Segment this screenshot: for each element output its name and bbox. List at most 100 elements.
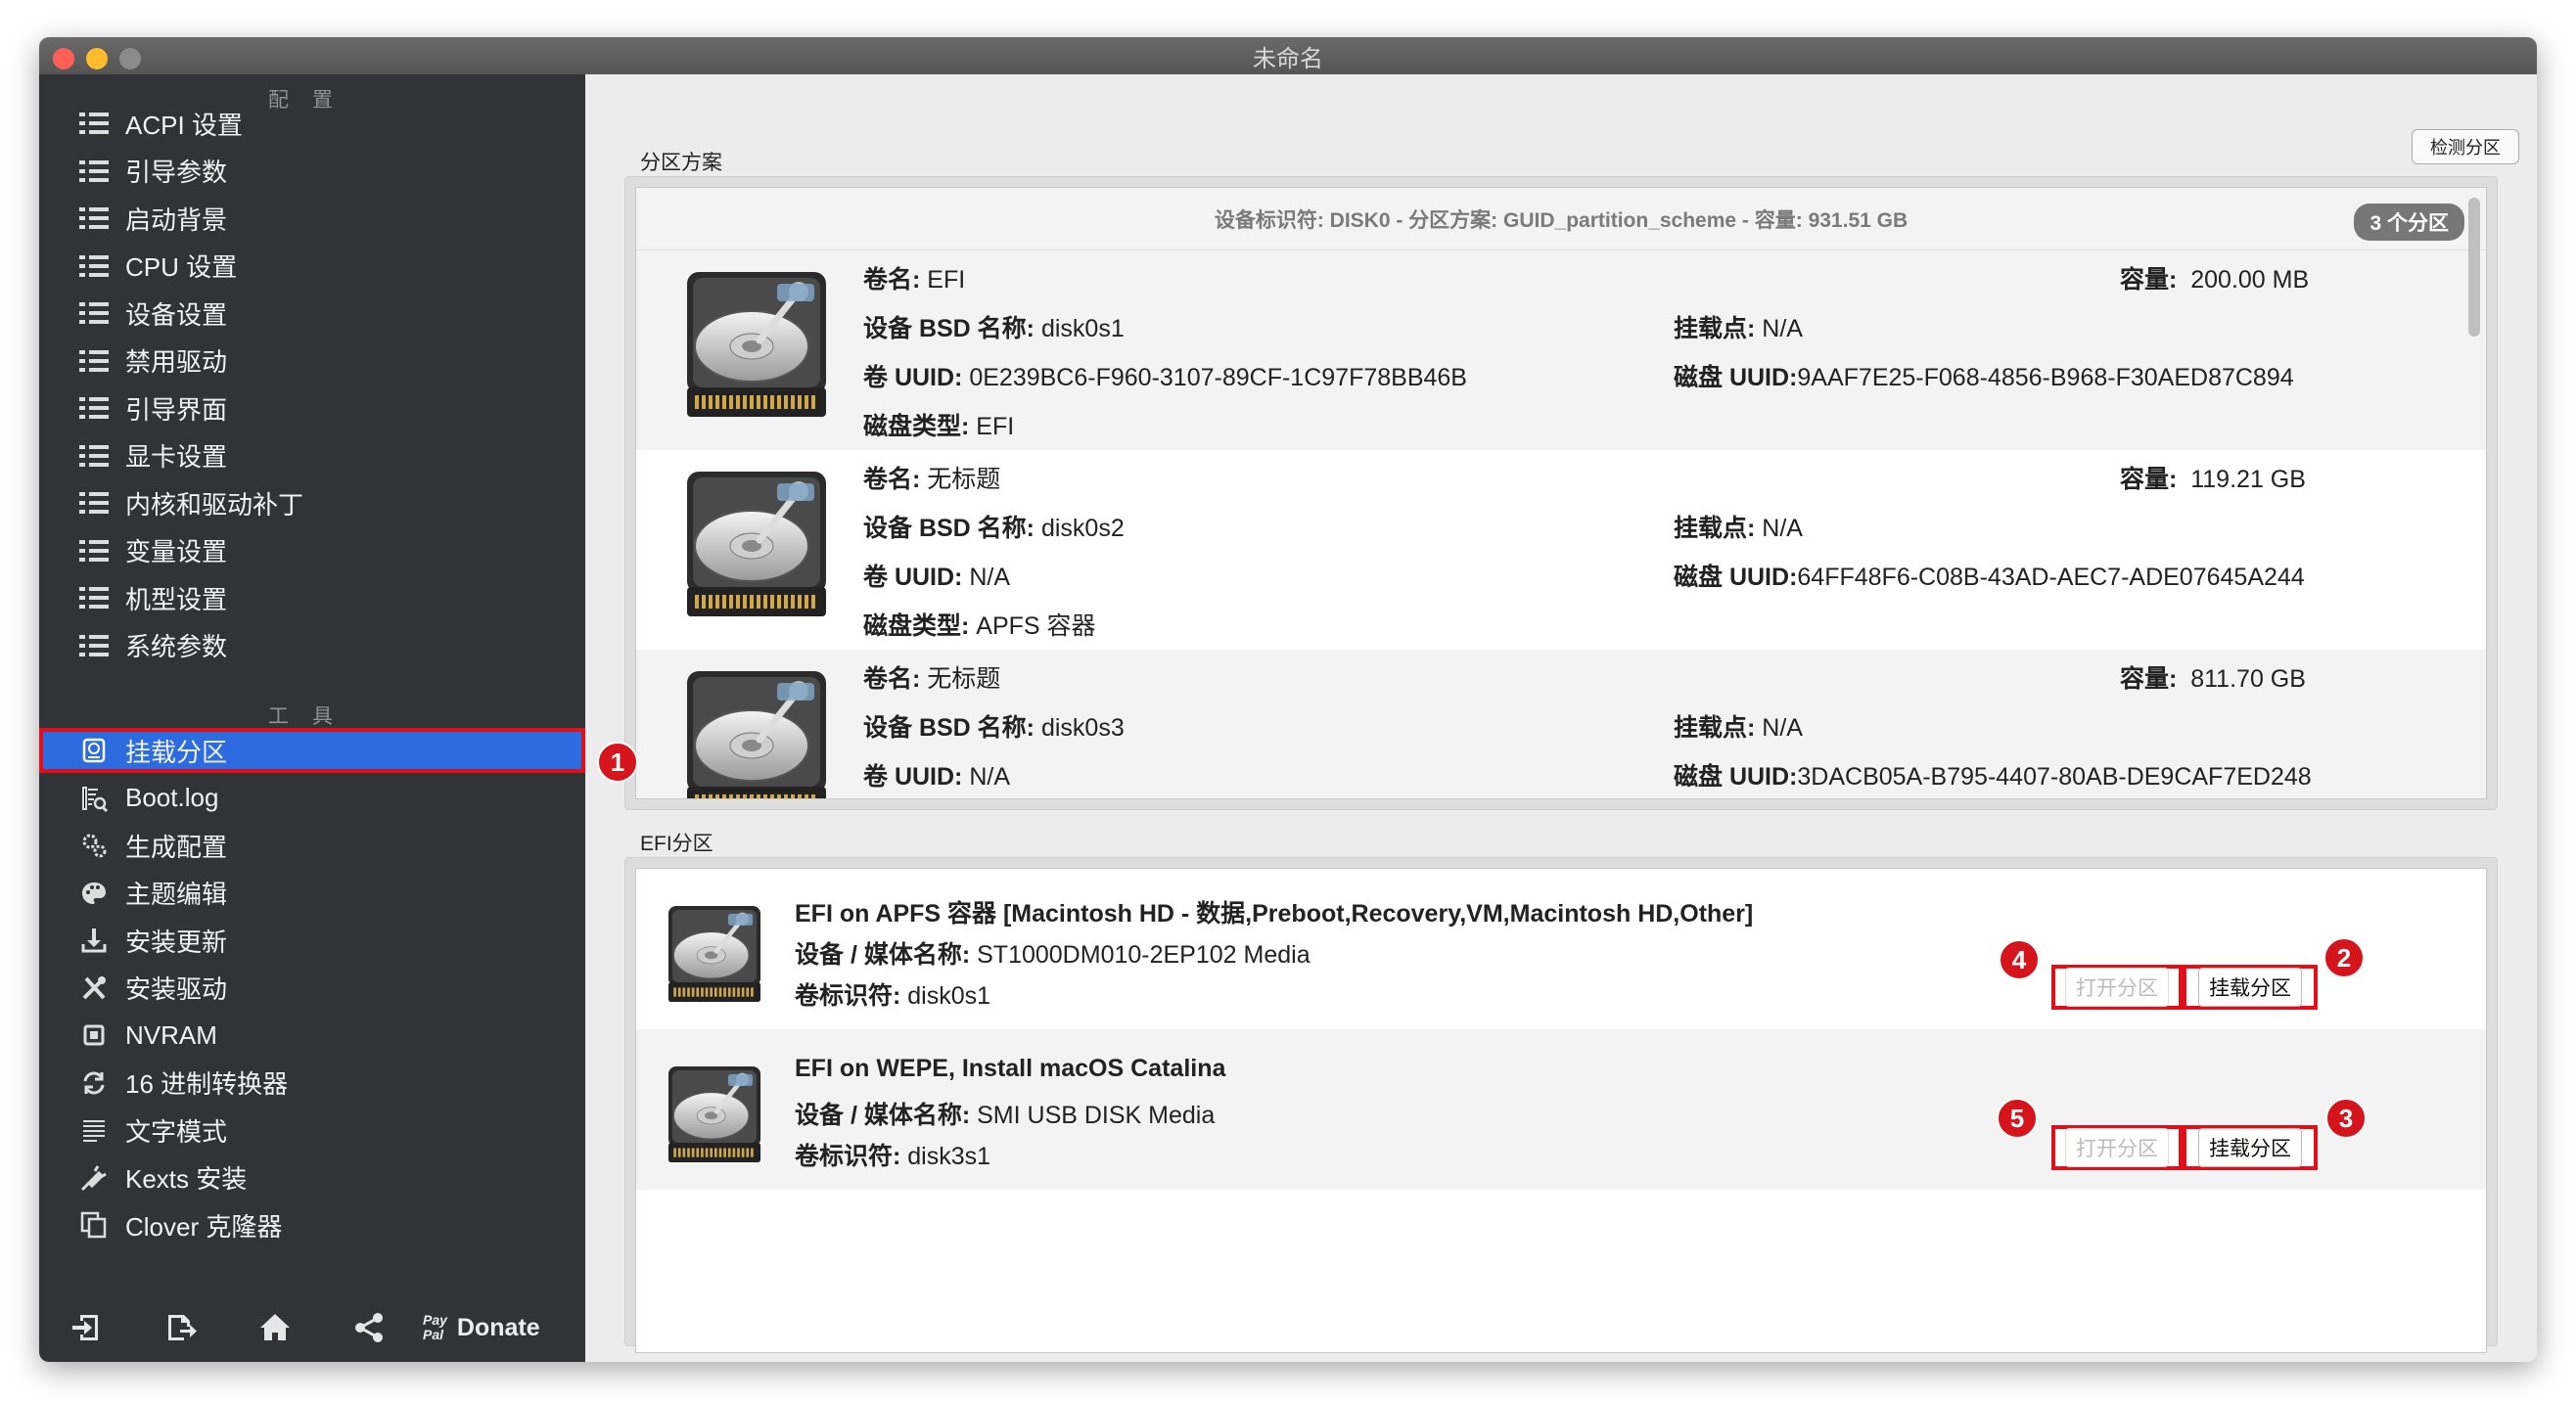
title-bar: 未命名 [39,37,2537,74]
sidebar-item-config-3[interactable]: CPU 设置 [39,244,585,289]
chip-icon [74,1020,114,1050]
hard-drive-icon [683,466,830,627]
share-icon[interactable] [350,1309,388,1346]
list-icon [74,298,114,328]
sidebar-item-config-7[interactable]: 显卡设置 [39,433,585,478]
zoom-window-button[interactable] [119,48,141,69]
sidebar-item-tool-8[interactable]: 文字模式 [39,1108,585,1153]
partition-row[interactable]: 卷名: 无标题 设备 BSD 名称: disk0s3 卷 UUID: N/A 磁… [636,650,2486,798]
plug-icon [74,1163,114,1193]
gears-icon [74,831,114,860]
sidebar-bottom-bar: Pay Pal Donate [39,1293,585,1362]
list-icon [74,346,114,376]
sidebar-item-tool-2[interactable]: 生成配置 [39,823,585,868]
sidebar-item-config-2[interactable]: 启动背景 [39,196,585,241]
sidebar-item-label: 安装驱动 [125,974,228,1004]
scrollbar[interactable] [2468,198,2480,337]
refresh-icon [74,1068,114,1098]
mount-partition-button[interactable]: 挂载分区 [2183,965,2318,1010]
callout-marker-1: 1 [597,742,638,783]
sidebar-item-label: 主题编辑 [125,880,228,909]
mount-point: 挂载点: N/A [1674,315,1803,342]
efi-partition-label: EFI分区 [640,833,713,855]
partition-scheme-label: 分区方案 [640,152,722,174]
media-name: 设备 / 媒体名称: SMI USB DISK Media [795,1102,1216,1129]
disk-info-header: 设备标识符: DISK0 - 分区方案: GUID_partition_sche… [636,188,2486,250]
mount-partition-button[interactable]: 挂载分区 [2183,1125,2318,1170]
close-window-button[interactable] [53,48,74,69]
efi-title: EFI on WEPE, Install macOS Catalina [795,1055,1226,1082]
disk-uuid: 磁盘 UUID:64FF48F6-C08B-43AD-AEC7-ADE07645… [1674,564,2305,591]
sidebar-item-tool-6[interactable]: NVRAM [39,1013,585,1058]
sidebar-item-label: Kexts 安装 [125,1164,248,1194]
sidebar-item-tool-5[interactable]: 安装驱动 [39,966,585,1011]
hard-drive-icon [666,1063,763,1171]
sidebar-item-tool-3[interactable]: 主题编辑 [39,871,585,916]
tools-icon [74,973,114,1003]
list-icon [74,393,114,423]
list-icon [74,157,114,186]
sidebar-item-tool-4[interactable]: 安装更新 [39,918,585,963]
sidebar-item-config-1[interactable]: 引导参数 [39,149,585,194]
hard-drive-icon [683,665,830,798]
partition-count-badge: 3 个分区 [2354,204,2464,241]
sidebar: 配置 ACPI 设置 引导参数 启动背景 CPU 设置 设备设置 禁用驱动 引导界面 显卡设置… [39,74,585,1362]
hard-drive-icon [666,902,763,1011]
list-icon [74,631,114,660]
home-icon[interactable] [256,1309,294,1346]
sidebar-item-config-8[interactable]: 内核和驱动补丁 [39,480,585,525]
sidebar-item-label: 16 进制转换器 [125,1069,289,1099]
media-name: 设备 / 媒体名称: ST1000DM010-2EP102 Media [795,941,1311,969]
sidebar-item-label: 禁用驱动 [125,347,228,377]
callout-marker-4: 4 [1999,939,2040,980]
text-icon [74,1115,114,1145]
list-icon [74,536,114,566]
list-icon [74,251,114,281]
open-partition-button[interactable]: 打开分区 [2051,965,2183,1010]
export-icon[interactable] [162,1309,200,1346]
efi-row: EFI on APFS 容器 [Macintosh HD - 数据,Preboo… [636,869,2486,1029]
donate-label: Donate [456,1313,540,1341]
sidebar-item-config-11[interactable]: 系统参数 [39,623,585,668]
sidebar-item-tool-7[interactable]: 16 进制转换器 [39,1061,585,1106]
sidebar-item-config-6[interactable]: 引导界面 [39,385,585,430]
sidebar-item-label: 系统参数 [125,632,228,661]
log-icon [74,784,114,813]
sidebar-item-config-10[interactable]: 机型设置 [39,575,585,620]
sidebar-item-tool-9[interactable]: Kexts 安装 [39,1155,585,1200]
sidebar-item-config-4[interactable]: 设备设置 [39,291,585,336]
disk-info-text: 设备标识符: DISK0 - 分区方案: GUID_partition_sche… [1214,208,1909,232]
detect-partitions-button[interactable]: 检测分区 [2412,129,2519,164]
minimize-window-button[interactable] [86,48,108,69]
import-icon[interactable] [69,1309,106,1346]
list-icon [74,583,114,612]
sidebar-item-label: 变量设置 [125,537,228,566]
mount-point: 挂载点: N/A [1674,714,1803,742]
open-partition-button[interactable]: 打开分区 [2051,1125,2183,1170]
partition-row[interactable]: 卷名: 无标题 设备 BSD 名称: disk0s2 卷 UUID: N/A 磁… [636,450,2486,650]
donate-button[interactable]: Pay Pal Donate [423,1313,540,1342]
sidebar-item-label: 安装更新 [125,927,228,957]
sidebar-item-tool-1[interactable]: Boot.log [39,776,585,821]
volume-uuid: 卷 UUID: N/A [863,763,1011,791]
sidebar-item-label: 设备设置 [125,299,228,330]
sidebar-item-label: NVRAM [125,1019,217,1050]
efi-title: EFI on APFS 容器 [Macintosh HD - 数据,Preboo… [795,900,1754,928]
partition-row[interactable]: 卷名: EFI 设备 BSD 名称: disk0s1 卷 UUID: 0E239… [636,250,2486,450]
disk-uuid: 磁盘 UUID:3DACB05A-B795-4407-80AB-DE9CAF7E… [1674,763,2312,791]
callout-marker-5: 5 [1997,1098,2038,1139]
volume-name: 卷名: 无标题 [863,665,1001,693]
sidebar-item-config-5[interactable]: 禁用驱动 [39,339,585,384]
volume-identifier: 卷标识符: disk3s1 [795,1143,991,1170]
hard-drive-icon [683,266,830,428]
sidebar-item-config-9[interactable]: 变量设置 [39,528,585,573]
volume-uuid: 卷 UUID: 0E239BC6-F960-3107-89CF-1C97F78B… [863,364,1467,391]
disk-uuid: 磁盘 UUID:9AAF7E25-F068-4856-B968-F30AED87… [1674,364,2294,391]
sidebar-item-config-0[interactable]: ACPI 设置 [39,101,585,146]
bsd-name: 设备 BSD 名称: disk0s1 [863,315,1125,342]
paypal-icon: Pay Pal [423,1313,447,1342]
volume-identifier: 卷标识符: disk0s1 [795,982,991,1010]
sidebar-item-tool-0[interactable]: 挂载分区 [39,728,585,773]
sidebar-item-label: 挂载分区 [125,737,228,767]
sidebar-item-tool-10[interactable]: Clover 克隆器 [39,1202,585,1247]
